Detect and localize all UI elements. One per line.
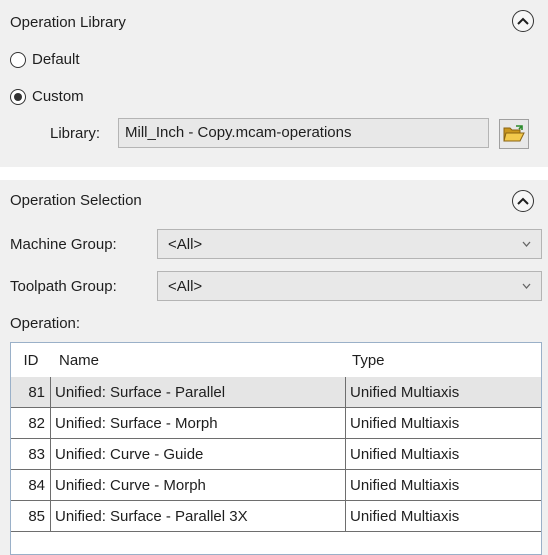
radio-default-circle[interactable] <box>10 52 26 68</box>
table-row[interactable]: 85 Unified: Surface - Parallel 3X Unifie… <box>11 501 541 532</box>
cell-id: 85 <box>11 501 51 532</box>
chevron-up-icon <box>517 197 529 205</box>
operation-selection-panel: Operation Selection Machine Group: <All>… <box>0 180 548 555</box>
cell-id: 81 <box>11 377 51 408</box>
toolpath-group-value: <All> <box>168 277 203 295</box>
cell-id: 83 <box>11 439 51 470</box>
machine-group-select[interactable]: <All> <box>157 229 542 259</box>
cell-name: Unified: Surface - Parallel <box>51 377 346 408</box>
operation-library-panel: Operation Library Default Custom Library… <box>0 0 548 167</box>
cell-name: Unified: Surface - Parallel 3X <box>51 501 346 532</box>
library-path-field[interactable]: Mill_Inch - Copy.mcam-operations <box>118 118 489 148</box>
operation-library-title: Operation Library <box>10 14 126 31</box>
table-row[interactable]: 81 Unified: Surface - Parallel Unified M… <box>11 377 541 408</box>
cell-id: 82 <box>11 408 51 439</box>
toolpath-group-select[interactable]: <All> <box>157 271 542 301</box>
machine-group-label: Machine Group: <box>10 236 117 253</box>
column-header-id[interactable]: ID <box>11 343 51 377</box>
table-row[interactable]: 82 Unified: Surface - Morph Unified Mult… <box>11 408 541 439</box>
column-header-type[interactable]: Type <box>346 343 541 377</box>
cell-type: Unified Multiaxis <box>346 501 541 532</box>
radio-custom-circle[interactable] <box>10 89 26 105</box>
collapse-operation-selection-button[interactable] <box>512 190 534 212</box>
cell-type: Unified Multiaxis <box>346 439 541 470</box>
table-row[interactable]: 83 Unified: Curve - Guide Unified Multia… <box>11 439 541 470</box>
cell-name: Unified: Curve - Guide <box>51 439 346 470</box>
table-row[interactable]: 84 Unified: Curve - Morph Unified Multia… <box>11 470 541 501</box>
machine-group-value: <All> <box>168 235 203 253</box>
browse-library-button[interactable] <box>499 119 529 149</box>
toolpath-group-label: Toolpath Group: <box>10 278 117 295</box>
cell-type: Unified Multiaxis <box>346 408 541 439</box>
radio-custom-label: Custom <box>32 88 84 105</box>
cell-name: Unified: Curve - Morph <box>51 470 346 501</box>
column-header-name[interactable]: Name <box>51 343 346 377</box>
radio-default[interactable]: Default <box>10 51 80 69</box>
chevron-down-icon <box>522 241 531 247</box>
library-label: Library: <box>50 125 101 142</box>
cell-type: Unified Multiaxis <box>346 470 541 501</box>
cell-type: Unified Multiaxis <box>346 377 541 408</box>
chevron-down-icon <box>522 283 531 289</box>
operation-selection-title: Operation Selection <box>10 192 142 209</box>
radio-selected-dot <box>14 93 22 101</box>
operations-table: ID Name Type 81 Unified: Surface - Paral… <box>10 342 542 555</box>
cell-name: Unified: Surface - Morph <box>51 408 346 439</box>
radio-default-label: Default <box>32 51 80 68</box>
chevron-up-icon <box>517 17 529 25</box>
open-folder-icon <box>503 125 525 142</box>
radio-custom[interactable]: Custom <box>10 88 84 106</box>
operation-label: Operation: <box>10 315 81 332</box>
cell-id: 84 <box>11 470 51 501</box>
collapse-operation-library-button[interactable] <box>512 10 534 32</box>
table-header: ID Name Type <box>11 343 541 377</box>
